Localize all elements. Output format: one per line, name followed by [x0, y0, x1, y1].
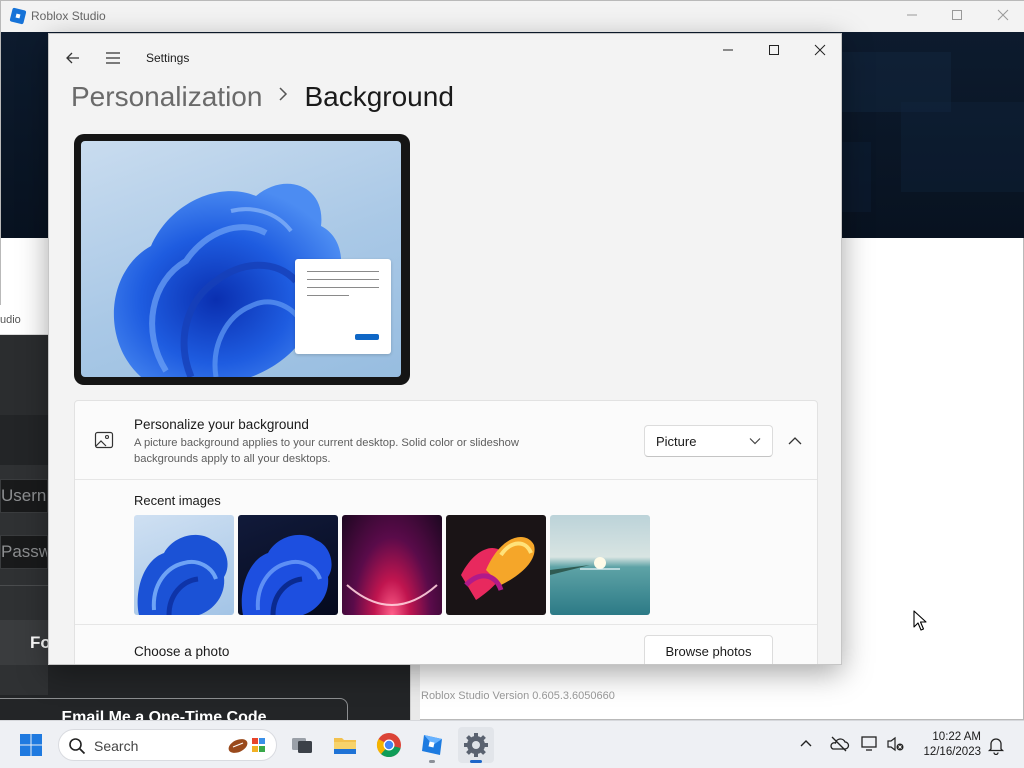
- onedrive-tray-button[interactable]: [828, 733, 850, 755]
- personalize-background-row: Personalize your background A picture ba…: [75, 401, 817, 480]
- chrome-button[interactable]: [371, 727, 407, 763]
- taskbar: Search 10:22 AM 12/16/2023: [0, 720, 1024, 768]
- roblox-studio-version: Roblox Studio Version 0.605.3.6050660: [421, 690, 615, 702]
- password-placeholder: Passwo: [1, 542, 47, 561]
- chevron-up-icon: [788, 437, 802, 445]
- chrome-icon: [376, 733, 401, 758]
- chevron-up-icon: [800, 740, 812, 747]
- close-icon: [997, 9, 1009, 21]
- maximize-icon: [952, 10, 962, 20]
- settings-titlebar[interactable]: Settings: [49, 34, 841, 84]
- minimize-icon: [907, 14, 917, 16]
- file-explorer-button[interactable]: [327, 727, 363, 763]
- close-icon: [814, 44, 826, 56]
- username-placeholder: Userna: [1, 486, 47, 505]
- settings-close-button[interactable]: [797, 38, 841, 66]
- network-icon: [861, 736, 877, 751]
- password-field[interactable]: Passwo: [0, 535, 48, 569]
- choose-photo-heading: Choose a photo: [134, 644, 230, 659]
- cloud-offline-icon: [830, 736, 850, 752]
- bell-icon: [987, 738, 1005, 756]
- mouse-cursor-icon: [913, 610, 929, 632]
- breadcrumb-personalization-link[interactable]: Personalization: [71, 81, 262, 112]
- wallpaper-preview-image: [81, 141, 401, 377]
- personalize-heading: Personalize your background: [134, 417, 309, 432]
- search-placeholder: Search: [94, 738, 139, 754]
- settings-gear-icon: [464, 733, 488, 757]
- login-header-area: [0, 335, 48, 415]
- recent-image-thumbnail[interactable]: [342, 515, 442, 615]
- task-view-icon: [292, 738, 312, 753]
- personalize-description: A picture background applies to your cur…: [134, 437, 519, 465]
- navigation-menu-button[interactable]: [103, 48, 123, 68]
- chevron-down-icon: [749, 438, 761, 445]
- task-view-button[interactable]: [284, 727, 320, 763]
- background-settings-card: Personalize your background A picture ba…: [74, 400, 818, 664]
- back-button[interactable]: [63, 48, 83, 68]
- settings-maximize-button[interactable]: [751, 38, 797, 66]
- roblox-login-title: udio: [0, 314, 21, 326]
- recent-image-thumbnail[interactable]: [134, 515, 234, 615]
- recent-image-thumbnail[interactable]: [550, 515, 650, 615]
- back-arrow-icon: [66, 52, 79, 64]
- roblox-studio-title: Roblox Studio: [31, 9, 106, 23]
- maximize-icon: [769, 45, 779, 55]
- search-highlight-icon: [228, 738, 265, 753]
- notifications-button[interactable]: [987, 735, 1005, 756]
- settings-window: Settings Personalization Background Pers…: [48, 33, 842, 665]
- login-divider: [0, 585, 48, 607]
- settings-minimize-button[interactable]: [705, 38, 751, 66]
- search-icon: [69, 738, 86, 755]
- page-title: Background: [304, 81, 454, 112]
- clock-date: 12/16/2023: [923, 746, 981, 758]
- clock-time: 10:22 AM: [932, 731, 981, 743]
- volume-tray-button[interactable]: [884, 733, 906, 755]
- picture-icon: [94, 431, 114, 449]
- roblox-close-button[interactable]: [983, 4, 1023, 28]
- recent-image-thumbnail[interactable]: [238, 515, 338, 615]
- folder-icon: [334, 738, 356, 754]
- hamburger-menu-icon: [106, 52, 120, 64]
- active-indicator: [470, 760, 482, 763]
- roblox-studio-titlebar[interactable]: Roblox Studio: [1, 1, 1024, 32]
- background-type-value: Picture: [656, 434, 697, 449]
- roblox-studio-taskbar-button[interactable]: [414, 727, 450, 763]
- minimize-icon: [723, 49, 733, 51]
- browse-photos-button[interactable]: Browse photos: [644, 635, 773, 664]
- recent-images-heading: Recent images: [134, 493, 221, 508]
- network-tray-button[interactable]: [859, 733, 881, 755]
- desktop-preview: [74, 134, 410, 385]
- breadcrumb: Personalization Background: [71, 81, 454, 115]
- preview-window-mockup: [295, 259, 391, 354]
- preview-accent-button: [355, 334, 379, 340]
- settings-taskbar-button[interactable]: [458, 727, 494, 763]
- roblox-studio-icon: [422, 735, 442, 755]
- recent-image-thumbnail[interactable]: [446, 515, 546, 615]
- roblox-minimize-button[interactable]: [892, 4, 932, 28]
- running-indicator: [429, 760, 435, 763]
- roblox-maximize-button[interactable]: [937, 4, 977, 28]
- roblox-studio-logo-icon: [9, 7, 27, 25]
- collapse-section-button[interactable]: [783, 425, 807, 457]
- show-hidden-icons-button[interactable]: [795, 733, 817, 755]
- volume-muted-icon: [887, 736, 904, 752]
- username-field[interactable]: Userna: [0, 479, 48, 513]
- choose-photo-row: Choose a photo Browse photos: [75, 624, 817, 664]
- breadcrumb-chevron-icon: [268, 85, 298, 108]
- taskbar-search-box[interactable]: Search: [58, 729, 277, 761]
- start-button[interactable]: [19, 733, 43, 757]
- windows-logo-icon: [20, 734, 42, 756]
- background-type-dropdown[interactable]: Picture: [644, 425, 773, 457]
- system-clock[interactable]: 10:22 AM 12/16/2023: [913, 730, 981, 760]
- settings-app-title: Settings: [146, 51, 190, 65]
